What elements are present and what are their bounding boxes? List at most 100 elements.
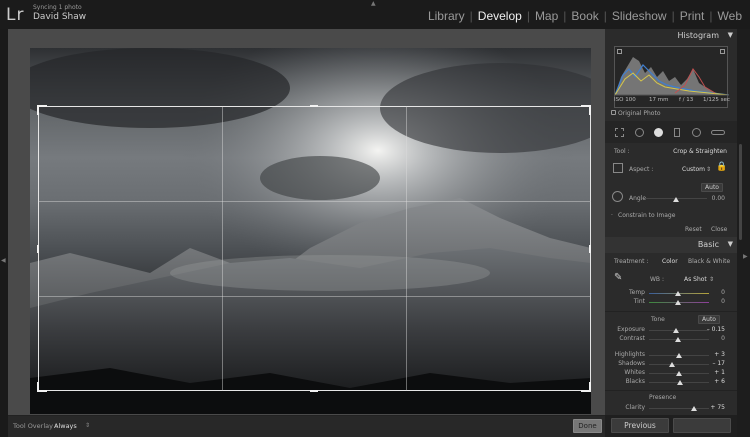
left-panel-collapsed[interactable]: ◀ — [0, 29, 8, 437]
treatment-black-white[interactable]: Black & White — [688, 258, 730, 265]
updown-icon[interactable]: ⇕ — [709, 276, 714, 283]
reset-button[interactable] — [673, 418, 731, 433]
tint-value[interactable]: 0 — [721, 298, 725, 305]
straighten-tool-icon[interactable] — [612, 191, 623, 202]
checkbox-icon[interactable]: · — [611, 212, 613, 219]
shadows-value[interactable]: – 17 — [712, 360, 725, 367]
clarity-slider-thumb[interactable] — [691, 406, 697, 411]
crop-handle-right[interactable] — [589, 245, 591, 253]
crop-handle-top-right[interactable] — [589, 105, 591, 115]
module-slideshow[interactable]: Slideshow — [610, 9, 669, 23]
shadow-clipping-icon[interactable] — [617, 49, 622, 54]
crop-close-button[interactable]: Close — [711, 226, 727, 233]
module-library[interactable]: Library — [426, 9, 467, 23]
crop-handle-top[interactable] — [310, 105, 318, 107]
crop-handle-bottom[interactable] — [310, 390, 318, 392]
blacks-value[interactable]: + 6 — [714, 378, 725, 385]
user-name[interactable]: David Shaw — [33, 12, 86, 22]
contrast-value[interactable]: 0 — [721, 335, 725, 342]
highlights-slider-thumb[interactable] — [676, 353, 682, 358]
collapse-triangle-icon[interactable]: ▼ — [728, 240, 733, 248]
wb-select[interactable]: As Shot — [684, 276, 707, 283]
module-map[interactable]: Map — [533, 9, 560, 23]
crop-tool-icon[interactable] — [615, 128, 624, 137]
module-separator: | — [603, 9, 607, 23]
crop-frame[interactable] — [38, 106, 591, 391]
right-panel: Histogram ▼ ISO 100 17 mm f / 13 1/125 s… — [605, 29, 737, 437]
exposure-slider[interactable] — [649, 330, 709, 331]
blacks-slider-thumb[interactable] — [677, 380, 683, 385]
clarity-slider[interactable] — [649, 408, 709, 409]
divider — [605, 390, 737, 391]
collapse-triangle-icon[interactable]: ▼ — [728, 31, 733, 39]
image-canvas[interactable] — [8, 29, 605, 415]
right-panel-scrollbar[interactable]: ▶ — [737, 29, 750, 437]
shadows-slider-thumb[interactable] — [669, 362, 675, 367]
shadows-label: Shadows — [618, 360, 645, 367]
sync-status[interactable]: Syncing 1 photo — [33, 4, 82, 11]
module-develop[interactable]: Develop — [476, 9, 524, 23]
angle-value[interactable]: 0.00 — [712, 195, 725, 202]
top-bar: Lr Syncing 1 photo David Shaw ▲ Library … — [0, 0, 750, 29]
tone-label: Tone — [651, 316, 665, 323]
whites-slider-thumb[interactable] — [676, 371, 682, 376]
exif-aperture: f / 13 — [679, 97, 694, 103]
presence-label: Presence — [649, 394, 677, 401]
temp-value[interactable]: 0 — [721, 289, 725, 296]
done-button[interactable]: Done — [573, 419, 602, 433]
exif-iso: ISO 100 — [614, 97, 636, 103]
lightroom-logo: Lr — [6, 5, 25, 25]
crop-aspect-icon — [613, 163, 623, 173]
exif-focal-length: 17 mm — [649, 97, 669, 103]
tool-overlay-label: Tool Overlay : — [13, 422, 58, 430]
exposure-slider-thumb[interactable] — [673, 328, 679, 333]
constrain-to-image-checkbox[interactable]: Constrain to Image — [618, 212, 675, 219]
clarity-label: Clarity — [625, 404, 645, 411]
left-panel-toggle-icon[interactable]: ◀ — [1, 257, 6, 264]
histogram-title[interactable]: Histogram — [678, 31, 720, 40]
module-book[interactable]: Book — [569, 9, 600, 23]
spot-removal-icon[interactable] — [635, 128, 644, 137]
crop-reset-button[interactable]: Reset — [685, 226, 702, 233]
clarity-value[interactable]: + 75 — [710, 404, 725, 411]
photo-icon — [611, 110, 616, 115]
top-panel-toggle-icon[interactable]: ▲ — [371, 0, 376, 7]
highlights-value[interactable]: + 3 — [714, 351, 725, 358]
treatment-color[interactable]: Color — [662, 258, 678, 265]
tint-slider-thumb[interactable] — [675, 300, 681, 305]
angle-slider-thumb[interactable] — [673, 197, 679, 202]
right-panel-toggle-icon[interactable]: ▶ — [743, 253, 748, 260]
updown-icon[interactable]: ⇕ — [706, 166, 711, 173]
module-web[interactable]: Web — [716, 9, 744, 23]
radial-filter-icon[interactable] — [692, 128, 701, 137]
whites-value[interactable]: + 1 — [714, 369, 725, 376]
exposure-label: Exposure — [617, 326, 645, 333]
exif-shutter: 1/125 sec — [703, 97, 730, 103]
previous-button[interactable]: Previous — [611, 418, 669, 433]
lock-icon[interactable]: 🔒 — [716, 162, 727, 172]
shadows-slider[interactable] — [649, 364, 709, 365]
basic-title[interactable]: Basic — [698, 240, 719, 249]
crop-handle-bottom-right[interactable] — [589, 382, 591, 392]
temp-slider-thumb[interactable] — [675, 291, 681, 296]
crop-handle-left[interactable] — [37, 245, 39, 253]
adjustment-brush-icon[interactable] — [711, 130, 725, 135]
auto-straighten-button[interactable]: Auto — [701, 183, 723, 192]
scrollbar-thumb[interactable] — [739, 144, 742, 240]
aspect-select[interactable]: Custom — [682, 166, 705, 173]
graduated-filter-icon[interactable] — [674, 128, 680, 137]
crop-handle-top-left[interactable] — [37, 105, 39, 115]
crop-handle-bottom-left[interactable] — [37, 382, 39, 392]
highlight-clipping-icon[interactable] — [720, 49, 725, 54]
tone-auto-button[interactable]: Auto — [698, 315, 720, 324]
exposure-value[interactable]: – 0.15 — [707, 326, 725, 333]
module-separator: | — [469, 9, 473, 23]
contrast-slider-thumb[interactable] — [675, 337, 681, 342]
tool-overlay-select[interactable]: Always — [54, 422, 77, 430]
updown-icon[interactable]: ⇕ — [85, 422, 90, 429]
tint-label: Tint — [633, 298, 645, 305]
module-print[interactable]: Print — [678, 9, 707, 23]
eyedropper-icon[interactable]: ✎ — [614, 272, 622, 283]
module-picker: Library | Develop | Map | Book | Slidesh… — [426, 9, 744, 23]
red-eye-icon[interactable] — [654, 128, 663, 137]
